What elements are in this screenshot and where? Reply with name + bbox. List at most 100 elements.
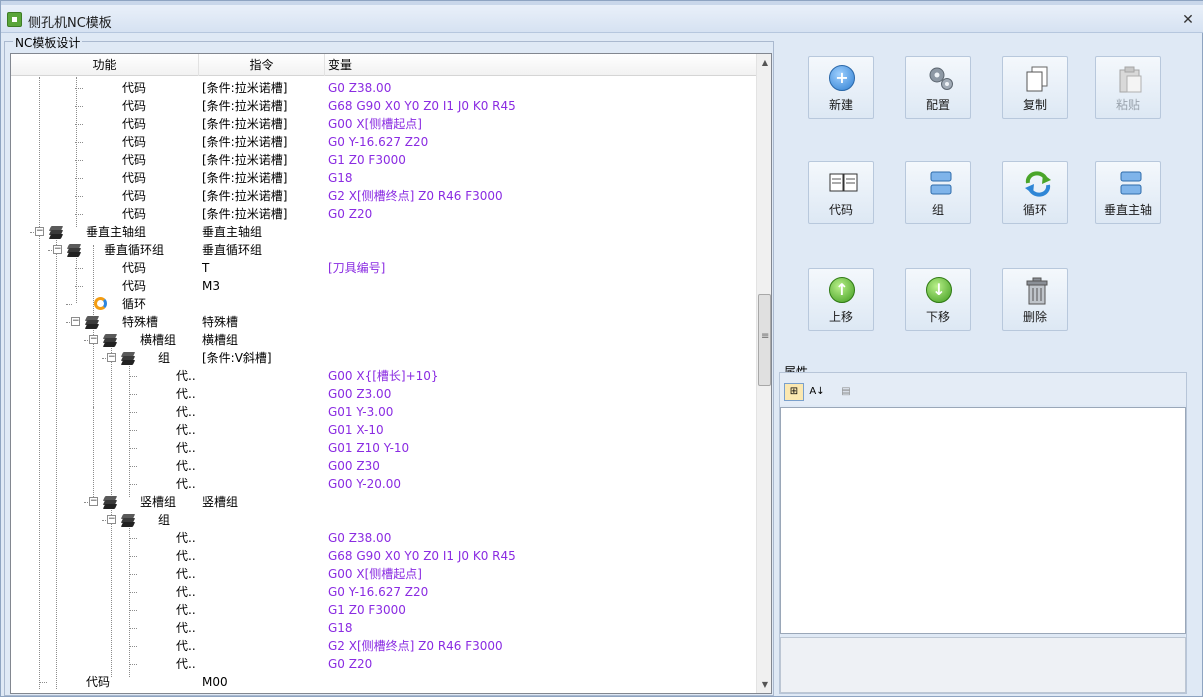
row-function: 代码 — [122, 207, 147, 221]
tree-row[interactable]: 代码 [条件:拉米诺槽] G00 X[侧槽起点] — [11, 115, 756, 133]
loop-button[interactable]: 循环 — [1002, 161, 1068, 224]
tree-row[interactable]: 代.. G2 X[侧槽终点] Z0 R46 F3000 — [11, 637, 756, 655]
move-up-button[interactable]: ↑ 上移 — [808, 268, 874, 331]
property-grid-body[interactable] — [780, 407, 1186, 634]
tree-row[interactable]: − 竖槽组 竖槽组 — [11, 493, 756, 511]
collapse-toggle-icon[interactable]: − — [35, 227, 44, 236]
column-header-cmd[interactable]: 指令 — [199, 54, 325, 76]
tree-row[interactable]: 代码 [条件:拉米诺槽] G18 — [11, 169, 756, 187]
tree-row[interactable]: − 横槽组 横槽组 — [11, 331, 756, 349]
tree-row[interactable]: 代.. G0 Y-16.627 Z20 — [11, 583, 756, 601]
scroll-thumb[interactable] — [758, 294, 771, 386]
tree-connector — [75, 178, 83, 179]
tree-row[interactable]: 代.. G00 Y-20.00 — [11, 475, 756, 493]
plus-circle-icon: + — [829, 65, 855, 91]
row-variable: G0 Z20 — [328, 207, 373, 221]
row-function: 横槽组 — [140, 333, 177, 347]
tree-connector — [129, 466, 137, 467]
tree-row[interactable]: 代.. G00 Z30 — [11, 457, 756, 475]
tree-row[interactable]: 代码 M00 — [11, 673, 756, 691]
paste-button[interactable]: 粘贴 — [1095, 56, 1161, 119]
delete-button[interactable]: 删除 — [1002, 268, 1068, 331]
row-function: 代码 — [122, 117, 147, 131]
row-function: 代.. — [176, 621, 196, 635]
tree-row[interactable]: − 组 — [11, 511, 756, 529]
tree-connector — [66, 304, 72, 305]
row-variable: G00 Y-20.00 — [328, 477, 401, 491]
tree-row[interactable]: − 组 [条件:V斜槽] — [11, 349, 756, 367]
row-function: 代.. — [176, 531, 196, 545]
column-header-var[interactable]: 变量 — [325, 54, 756, 76]
collapse-toggle-icon[interactable]: − — [89, 335, 98, 344]
tree-row[interactable]: 代.. G1 Z0 F3000 — [11, 601, 756, 619]
tree-connector — [129, 448, 137, 449]
scroll-down-arrow-icon[interactable]: ▼ — [757, 676, 771, 693]
row-function: 代码 — [122, 261, 147, 275]
row-command: [条件:V斜槽] — [202, 351, 272, 365]
tree-row[interactable]: 代.. G01 Z10 Y-10 — [11, 439, 756, 457]
config-button[interactable]: 配置 — [905, 56, 971, 119]
copy-button[interactable]: 复制 — [1002, 56, 1068, 119]
tree-row[interactable]: 代.. G00 X[侧槽起点] — [11, 565, 756, 583]
trash-icon — [1023, 277, 1049, 305]
tree-row[interactable]: 代码 [条件:拉米诺槽] G1 Z0 F3000 — [11, 151, 756, 169]
tree-row[interactable]: 代码 [条件:拉米诺槽] G0 Z20 — [11, 205, 756, 223]
tree-connector — [129, 574, 137, 575]
group-button[interactable]: 组 — [905, 161, 971, 224]
layers-icon — [66, 243, 82, 257]
tree-row[interactable]: 代.. G00 Z3.00 — [11, 385, 756, 403]
tree-row[interactable]: 循环 — [11, 295, 756, 313]
row-function: 代.. — [176, 657, 196, 671]
collapse-toggle-icon[interactable]: − — [107, 515, 116, 524]
move-down-button[interactable]: ↓ 下移 — [905, 268, 971, 331]
row-command: 横槽组 — [202, 333, 239, 347]
close-icon[interactable]: ✕ — [1180, 12, 1196, 28]
row-variable: G00 X{[槽长]+10} — [328, 369, 439, 383]
tree-row[interactable]: − 垂直循环组 垂直循环组 — [11, 241, 756, 259]
tree-row[interactable]: 代.. G01 Y-3.00 — [11, 403, 756, 421]
row-function: 代.. — [176, 423, 196, 437]
row-command: [条件:拉米诺槽] — [202, 135, 288, 149]
row-function: 循环 — [122, 297, 147, 311]
collapse-toggle-icon[interactable]: − — [89, 497, 98, 506]
tree-row[interactable]: 代码 M3 — [11, 277, 756, 295]
collapse-toggle-icon[interactable]: − — [107, 353, 116, 362]
row-variable: G2 X[侧槽终点] Z0 R46 F3000 — [328, 639, 503, 653]
sort-alphabetical-icon[interactable]: A↓ — [807, 383, 827, 401]
main-window: 侧孔机NC模板 ✕ NC模板设计 功能 指令 变量 代码 [条件:拉米诺槽] G0 … — [0, 0, 1203, 697]
row-function: 代码 — [86, 675, 111, 689]
tree-row[interactable]: 代码 [条件:拉米诺槽] G0 Y-16.627 Z20 — [11, 133, 756, 151]
group-blocks-icon — [926, 170, 952, 196]
tree-row[interactable]: 代码 [条件:拉米诺槽] G68 G90 X0 Y0 Z0 I1 J0 K0 R45 — [11, 97, 756, 115]
row-variable: G1 Z0 F3000 — [328, 153, 406, 167]
code-button[interactable]: 代码 — [808, 161, 874, 224]
new-button[interactable]: + 新建 — [808, 56, 874, 119]
app-window-icon — [7, 12, 22, 27]
tree-row[interactable]: 代.. G01 X-10 — [11, 421, 756, 439]
tree-row[interactable]: 代.. G18 — [11, 619, 756, 637]
tree-row[interactable]: − 垂直主轴组 垂直主轴组 — [11, 223, 756, 241]
column-header-func[interactable]: 功能 — [11, 54, 199, 76]
tree-row[interactable]: 代.. G0 Z38.00 — [11, 529, 756, 547]
tree-row[interactable]: 代.. G0 Z20 — [11, 655, 756, 673]
tree-row[interactable]: 代.. G68 G90 X0 Y0 Z0 I1 J0 K0 R45 — [11, 547, 756, 565]
categorized-icon[interactable]: ⊞ — [784, 383, 804, 401]
collapse-toggle-icon[interactable]: − — [53, 245, 62, 254]
row-command: T — [202, 261, 210, 275]
tree-row[interactable]: 代码 T [刀具编号] — [11, 259, 756, 277]
tree-row[interactable]: 代码 [条件:拉米诺槽] G0 Z38.00 — [11, 79, 756, 97]
nc-template-tree[interactable]: 功能 指令 变量 代码 [条件:拉米诺槽] G0 Z38.00 代码 [条件:拉米诺槽]… — [10, 53, 772, 694]
property-pages-icon[interactable]: ▤ — [836, 383, 856, 401]
row-function: 代码 — [122, 153, 147, 167]
row-function: 代.. — [176, 549, 196, 563]
vertical-spindle-button[interactable]: 垂直主轴 — [1095, 161, 1161, 224]
tree-scrollbar[interactable]: ▲ ▼ — [756, 54, 771, 693]
tree-connector — [75, 88, 83, 89]
tree-row[interactable]: − 特殊槽 特殊槽 — [11, 313, 756, 331]
row-function: 组 — [158, 351, 171, 365]
tree-row[interactable]: 代.. G00 X{[槽长]+10} — [11, 367, 756, 385]
row-function: 代.. — [176, 639, 196, 653]
collapse-toggle-icon[interactable]: − — [71, 317, 80, 326]
scroll-up-arrow-icon[interactable]: ▲ — [757, 54, 771, 71]
tree-row[interactable]: 代码 [条件:拉米诺槽] G2 X[侧槽终点] Z0 R46 F3000 — [11, 187, 756, 205]
